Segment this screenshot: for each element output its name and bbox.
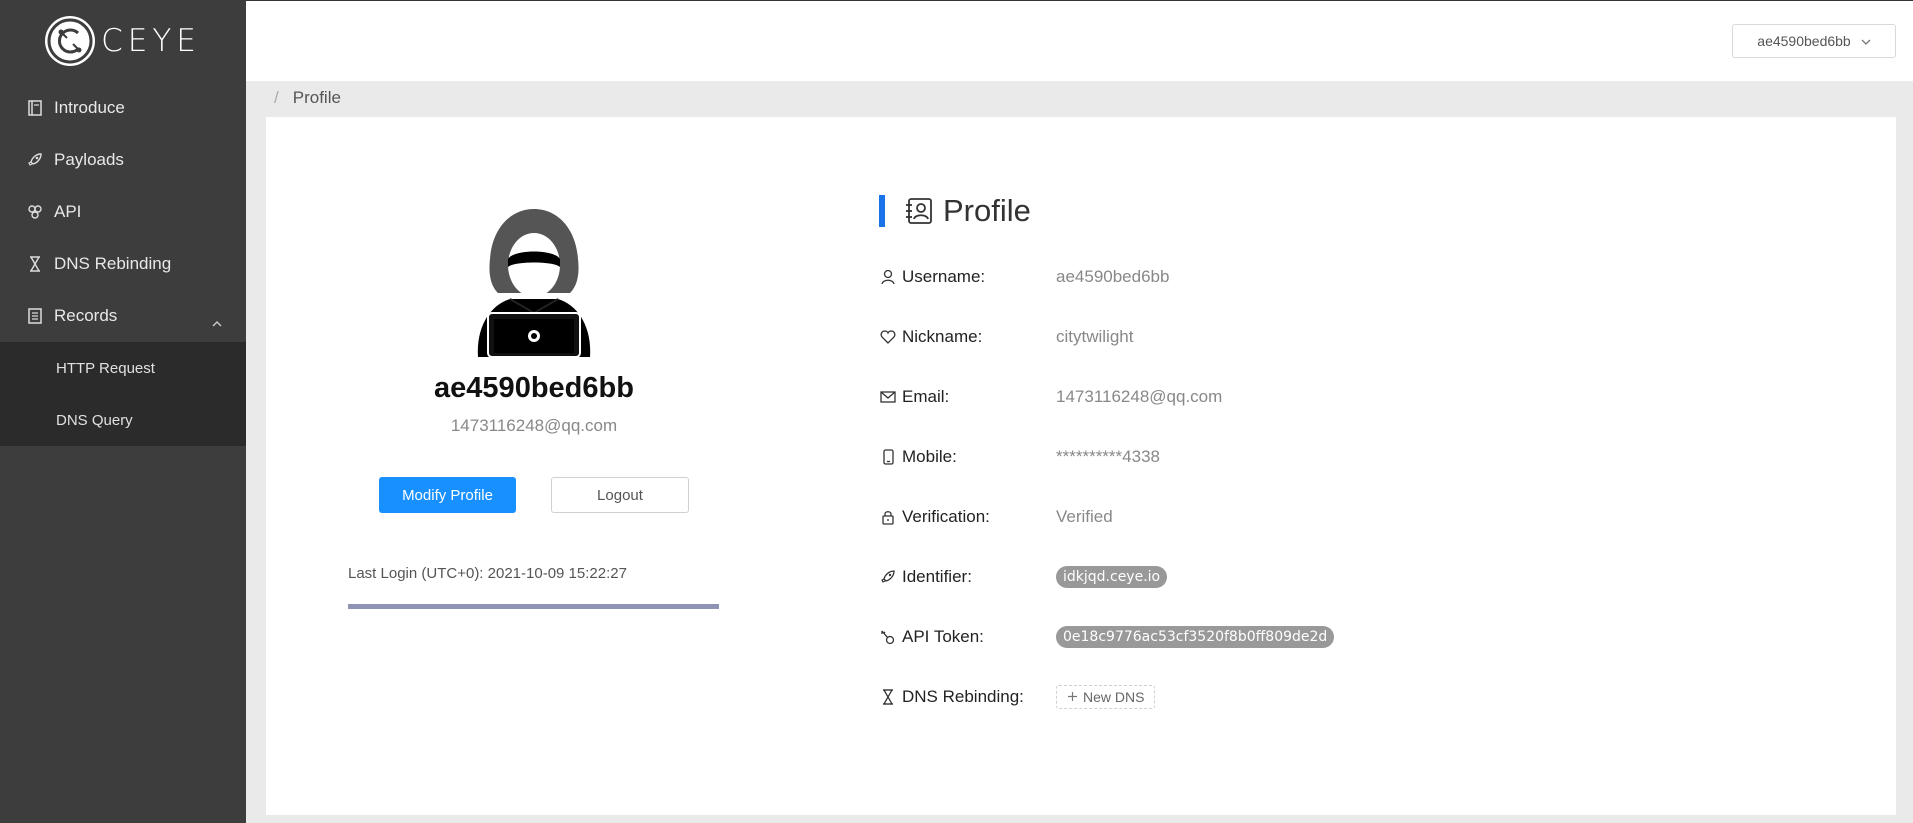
breadcrumb: / Profile	[274, 88, 341, 108]
records-submenu: HTTP Request DNS Query	[0, 342, 246, 446]
mobile-label: Mobile:	[902, 447, 957, 466]
email-label: Email:	[902, 387, 950, 406]
logo[interactable]: CEYE	[0, 0, 246, 82]
contact-card-icon	[905, 197, 933, 225]
username-value: ae4590bed6bb	[1056, 267, 1170, 286]
username-label: Username:	[902, 267, 986, 286]
lock-icon	[880, 509, 896, 525]
sidebar-subitem-label: DNS Query	[56, 411, 133, 429]
dns-rebinding-label: DNS Rebinding:	[902, 687, 1024, 706]
sidebar-item-introduce[interactable]: Introduce	[0, 82, 246, 134]
sidebar-item-label: DNS Rebinding	[54, 254, 172, 273]
sidebar-item-records[interactable]: Records	[0, 290, 246, 342]
sidebar-subitem-label: HTTP Request	[56, 359, 155, 377]
divider	[348, 604, 719, 609]
verification-value: Verified	[1056, 507, 1113, 526]
rocket-icon	[26, 151, 44, 169]
sidebar: CEYE Introduce Payloads API DNS Rebindin…	[0, 0, 246, 823]
profile-title: Profile	[943, 193, 1031, 228]
profile-card: ae4590bed6bb 1473116248@qq.com Modify Pr…	[266, 117, 1896, 815]
user-dropdown[interactable]: ae4590bed6bb	[1732, 24, 1896, 58]
hourglass-icon	[880, 689, 896, 705]
brand-name: CEYE	[101, 23, 201, 59]
title-accent-bar	[879, 195, 885, 227]
sidebar-item-api[interactable]: API	[0, 186, 246, 238]
sidebar-item-http-request[interactable]: HTTP Request	[0, 342, 246, 394]
email-row: Email: 1473116248@qq.com	[880, 385, 1222, 409]
sidebar-item-label: Records	[54, 306, 118, 325]
verification-label: Verification:	[902, 507, 990, 526]
dns-rebinding-row: DNS Rebinding: New DNS	[880, 685, 1156, 709]
mobile-row: Mobile: **********4338	[880, 445, 1160, 469]
username-row: Username: ae4590bed6bb	[880, 265, 1169, 289]
sidebar-item-payloads[interactable]: Payloads	[0, 134, 246, 186]
api-icon	[26, 203, 44, 221]
key-icon	[880, 629, 896, 645]
breadcrumb-separator: /	[274, 88, 279, 107]
chevron-up-icon	[212, 312, 222, 332]
profile-section-title: Profile	[879, 193, 1031, 229]
identifier-label: Identifier:	[902, 567, 972, 586]
ceye-logo-icon	[45, 16, 96, 66]
identifier-tag: idkjqd.ceye.io	[1056, 566, 1168, 588]
heart-icon	[880, 329, 896, 345]
sidebar-menu: Introduce Payloads API DNS Rebinding Rec…	[0, 82, 246, 342]
breadcrumb-current: Profile	[292, 88, 341, 107]
profile-name: ae4590bed6bb	[434, 372, 634, 404]
mobile-icon	[880, 449, 896, 465]
mail-icon	[880, 389, 896, 405]
hacker-avatar-icon	[470, 207, 598, 359]
mobile-value: **********4338	[1056, 447, 1160, 466]
modify-profile-button[interactable]: Modify Profile	[379, 477, 516, 513]
new-dns-label: New DNS	[1083, 689, 1145, 705]
sidebar-item-label: API	[54, 202, 82, 221]
records-icon	[26, 307, 44, 325]
rocket-icon	[880, 569, 896, 585]
top-header: ae4590bed6bb	[246, 0, 1913, 81]
api-token-label: API Token:	[902, 627, 984, 646]
book-icon	[26, 99, 44, 117]
new-dns-button[interactable]: New DNS	[1056, 685, 1156, 709]
email-value: 1473116248@qq.com	[1056, 387, 1223, 406]
hourglass-icon	[26, 255, 44, 273]
identifier-row: Identifier: idkjqd.ceye.io	[880, 565, 1168, 589]
plus-icon	[1067, 689, 1078, 705]
sidebar-item-label: Payloads	[54, 150, 124, 169]
nickname-value: citytwilight	[1056, 327, 1134, 346]
api-token-row: API Token: 0e18c9776ac53cf3520f8b0ff809d…	[880, 625, 1335, 649]
sidebar-item-dns-query[interactable]: DNS Query	[0, 394, 246, 446]
chevron-down-icon	[1861, 33, 1871, 49]
sidebar-item-dns-rebinding[interactable]: DNS Rebinding	[0, 238, 246, 290]
user-icon	[880, 269, 896, 285]
sidebar-item-label: Introduce	[54, 98, 125, 117]
nickname-label: Nickname:	[902, 327, 983, 346]
api-token-tag: 0e18c9776ac53cf3520f8b0ff809de2d	[1056, 626, 1335, 648]
logout-button[interactable]: Logout	[551, 477, 689, 513]
verification-row: Verification: Verified	[880, 505, 1113, 529]
nickname-row: Nickname: citytwilight	[880, 325, 1133, 349]
user-dropdown-label: ae4590bed6bb	[1757, 33, 1851, 49]
last-login-text: Last Login (UTC+0): 2021-10-09 15:22:27	[348, 565, 627, 582]
profile-email: 1473116248@qq.com	[450, 416, 618, 435]
